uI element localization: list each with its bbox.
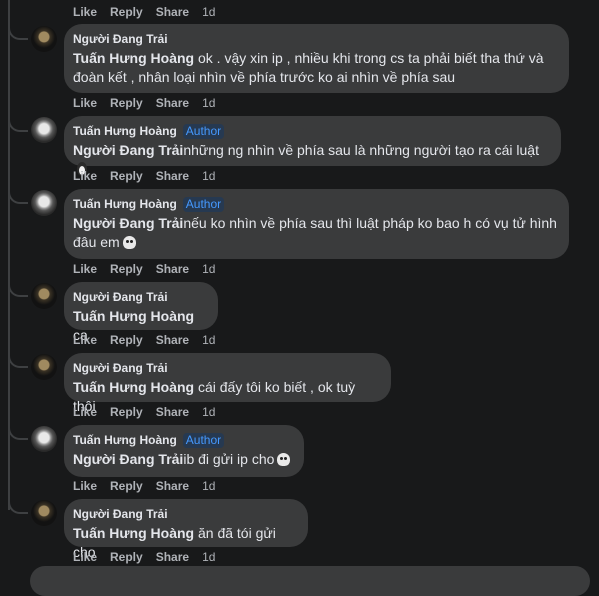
comment-actions: Like Reply Share 1d <box>73 332 228 348</box>
mention-tag[interactable]: Tuấn Hưng Hoàng <box>73 308 194 324</box>
comment-actions: Like Reply Share 1d <box>73 4 228 20</box>
share-button[interactable]: Share <box>156 405 189 419</box>
share-button[interactable]: Share <box>156 169 189 183</box>
comment-bubble: Người Đang Trải Tuấn Hưng Hoàng ok . vậy… <box>64 24 569 93</box>
comment-author[interactable]: Người Đang Trải <box>73 361 168 375</box>
comment-bubble: Người Đang Trải Tuấn Hưng Hoàng ca <box>64 282 218 343</box>
mention-tag[interactable]: Tuấn Hưng Hoàng <box>73 379 194 395</box>
comment-bubble: Tuấn Hưng Hoàng Author Người Đang Trảiib … <box>64 425 304 477</box>
comment-input[interactable] <box>30 566 590 596</box>
comment-message: ib đi gửi ip cho <box>183 451 275 467</box>
like-button[interactable]: Like <box>73 405 97 419</box>
share-button[interactable]: Share <box>156 5 189 19</box>
comment-author[interactable]: Người Đang Trải <box>73 32 168 46</box>
comment-author[interactable]: Tuấn Hưng Hoàng <box>73 197 177 211</box>
thread-branch <box>8 352 28 368</box>
like-button[interactable]: Like <box>73 96 97 110</box>
like-button[interactable]: Like <box>73 479 97 493</box>
like-button[interactable]: Like <box>73 333 97 347</box>
comment-text: Người Đang Trảiib đi gửi ip cho <box>73 450 292 469</box>
author-badge: Author <box>182 124 225 139</box>
thread-branch <box>8 498 28 514</box>
mention-tag[interactable]: Người Đang Trải <box>73 215 183 231</box>
comment-text: Người Đang Trảinếu ko nhìn về phía sau t… <box>73 214 557 252</box>
comment-bubble: Tuấn Hưng Hoàng Author Người Đang Trảinhữ… <box>64 116 561 176</box>
comment-actions: Like Reply Share 1d <box>73 95 228 111</box>
comment-actions: Like Reply Share 1d <box>73 549 228 565</box>
timestamp[interactable]: 1d <box>202 5 215 19</box>
skull-icon <box>277 453 291 466</box>
comment-text: Tuấn Hưng Hoàng ok . vậy xin ip , nhiều … <box>73 49 557 87</box>
timestamp[interactable]: 1d <box>202 96 215 110</box>
comment-actions: Like Reply Share 1d <box>73 168 228 184</box>
comment-actions: Like Reply Share 1d <box>73 478 228 494</box>
timestamp[interactable]: 1d <box>202 479 215 493</box>
comment-author[interactable]: Tuấn Hưng Hoàng <box>73 124 177 138</box>
like-button[interactable]: Like <box>73 5 97 19</box>
comment-thread: Like Reply Share 1d Người Đang Trải Tuấn Hư… <box>0 0 599 596</box>
reply-button[interactable]: Reply <box>110 96 143 110</box>
share-button[interactable]: Share <box>156 550 189 564</box>
avatar[interactable] <box>31 426 57 452</box>
share-button[interactable]: Share <box>156 333 189 347</box>
mention-tag[interactable]: Người Đang Trải <box>73 142 183 158</box>
reply-button[interactable]: Reply <box>110 333 143 347</box>
share-button[interactable]: Share <box>156 262 189 276</box>
avatar[interactable] <box>31 283 57 309</box>
mention-tag[interactable]: Người Đang Trải <box>73 451 183 467</box>
mention-tag[interactable]: Tuấn Hưng Hoàng <box>73 525 194 541</box>
timestamp[interactable]: 1d <box>202 550 215 564</box>
thread-branch <box>8 188 28 204</box>
reply-button[interactable]: Reply <box>110 169 143 183</box>
author-badge: Author <box>182 197 225 212</box>
avatar[interactable] <box>31 354 57 380</box>
timestamp[interactable]: 1d <box>202 333 215 347</box>
share-button[interactable]: Share <box>156 479 189 493</box>
comment-author[interactable]: Người Đang Trải <box>73 507 168 521</box>
comment-bubble: Tuấn Hưng Hoàng Author Người Đang Trảinếu… <box>64 189 569 259</box>
avatar[interactable] <box>31 26 57 52</box>
comment-bubble: Người Đang Trải Tuấn Hưng Hoàng ăn đã tó… <box>64 499 308 560</box>
timestamp[interactable]: 1d <box>202 405 215 419</box>
like-button[interactable]: Like <box>73 169 97 183</box>
reply-button[interactable]: Reply <box>110 262 143 276</box>
thread-branch <box>8 24 28 40</box>
comment-author[interactable]: Người Đang Trải <box>73 290 168 304</box>
like-button[interactable]: Like <box>73 262 97 276</box>
thread-branch <box>8 116 28 132</box>
avatar[interactable] <box>31 190 57 216</box>
share-button[interactable]: Share <box>156 96 189 110</box>
comment-author[interactable]: Tuấn Hưng Hoàng <box>73 433 177 447</box>
thread-branch <box>8 281 28 297</box>
reply-button[interactable]: Reply <box>110 5 143 19</box>
like-button[interactable]: Like <box>73 550 97 564</box>
avatar[interactable] <box>31 117 57 143</box>
reply-button[interactable]: Reply <box>110 479 143 493</box>
comment-bubble: Người Đang Trải Tuấn Hưng Hoàng cái đấy … <box>64 353 391 414</box>
skull-icon <box>122 236 136 249</box>
mention-tag[interactable]: Tuấn Hưng Hoàng <box>73 50 194 66</box>
comment-actions: Like Reply Share 1d <box>73 261 228 277</box>
avatar[interactable] <box>31 500 57 526</box>
reply-button[interactable]: Reply <box>110 550 143 564</box>
timestamp[interactable]: 1d <box>202 262 215 276</box>
timestamp[interactable]: 1d <box>202 169 215 183</box>
thread-branch <box>8 424 28 440</box>
comment-actions: Like Reply Share 1d <box>73 404 228 420</box>
comment-message: những ng nhìn về phía sau là những người… <box>183 142 539 158</box>
reply-button[interactable]: Reply <box>110 405 143 419</box>
author-badge: Author <box>182 433 225 448</box>
